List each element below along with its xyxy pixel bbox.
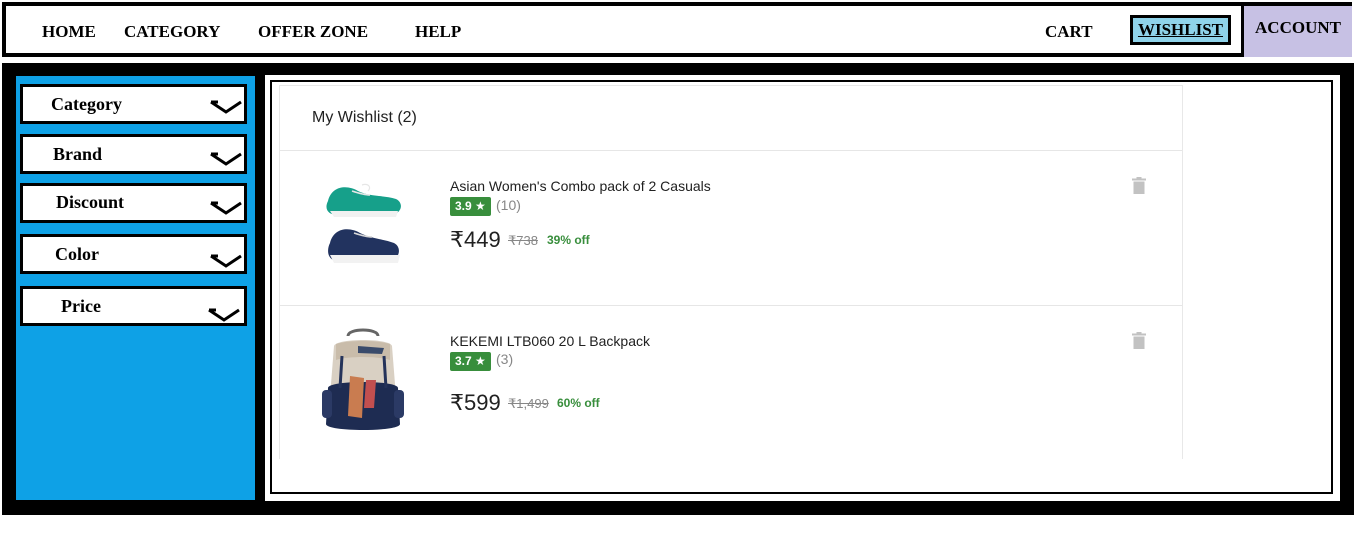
- item-price: ₹599: [450, 390, 501, 415]
- nav-help[interactable]: HELP: [415, 22, 461, 42]
- chevron-down-icon: [208, 308, 240, 322]
- nav-home[interactable]: HOME: [42, 22, 96, 42]
- item-mrp: ₹738: [508, 233, 538, 248]
- wishlist-item[interactable]: KEKEMI LTB060 20 L Backpack 3.7 ★ (3) ₹5…: [280, 306, 1182, 459]
- filter-brand[interactable]: Brand: [20, 134, 247, 174]
- filter-color[interactable]: Color: [20, 234, 247, 274]
- filter-label: Color: [55, 244, 99, 264]
- rating-badge: 3.9 ★: [450, 197, 491, 216]
- review-count: (3): [496, 351, 514, 367]
- item-mrp: ₹1,499: [508, 396, 549, 411]
- filter-sidebar: Category Brand Discount Color Price: [16, 76, 255, 500]
- filter-label: Discount: [56, 192, 125, 212]
- review-count: (10): [496, 197, 521, 213]
- shoes-image[interactable]: [318, 171, 408, 281]
- filter-category[interactable]: Category: [20, 84, 247, 124]
- nav-category[interactable]: CATEGORY: [124, 22, 220, 42]
- chevron-down-icon: [210, 201, 242, 215]
- nav-account[interactable]: ACCOUNT: [1241, 6, 1352, 57]
- filter-label: Brand: [53, 144, 103, 164]
- chevron-down-icon: [210, 152, 242, 166]
- chevron-down-icon: [210, 254, 242, 268]
- item-name[interactable]: Asian Women's Combo pack of 2 Casuals: [450, 178, 711, 194]
- nav-offer-zone[interactable]: OFFER ZONE: [258, 22, 368, 42]
- top-nav: HOME CATEGORY OFFER ZONE HELP CART WISHL…: [2, 2, 1352, 57]
- item-discount: 60% off: [557, 396, 600, 410]
- item-name[interactable]: KEKEMI LTB060 20 L Backpack: [450, 333, 650, 349]
- nav-wishlist[interactable]: WISHLIST: [1130, 15, 1231, 45]
- wishlist-item[interactable]: Asian Women's Combo pack of 2 Casuals 3.…: [280, 151, 1182, 305]
- wishlist-card: My Wishlist (2) Asian Women's Combo pack…: [279, 85, 1183, 459]
- rating-badge: 3.7 ★: [450, 352, 491, 371]
- item-price: ₹449: [450, 227, 501, 252]
- filter-label: Category: [51, 94, 122, 114]
- chevron-down-icon: [210, 100, 242, 114]
- trash-icon[interactable]: [1132, 177, 1146, 194]
- nav-cart[interactable]: CART: [1045, 22, 1093, 42]
- filter-discount[interactable]: Discount: [20, 183, 247, 223]
- filter-label: Price: [61, 296, 101, 316]
- page-title: My Wishlist (2): [312, 109, 417, 126]
- backpack-image[interactable]: [318, 326, 408, 436]
- item-discount: 39% off: [547, 233, 590, 247]
- trash-icon[interactable]: [1132, 332, 1146, 349]
- filter-price[interactable]: Price: [20, 286, 247, 326]
